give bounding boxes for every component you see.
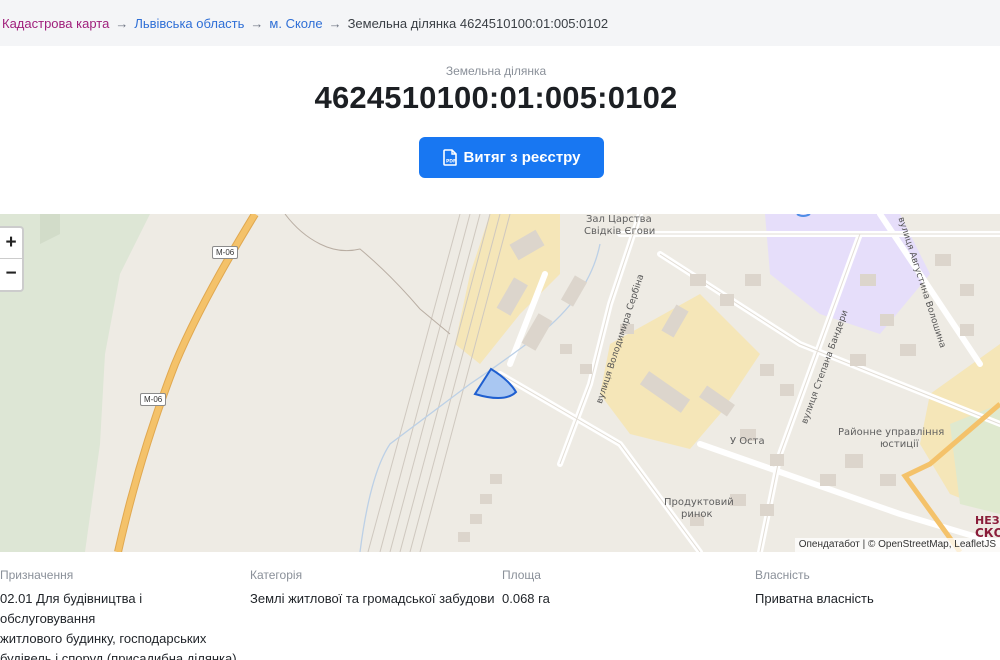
info-category-value: Землі житлової та громадської забудови	[250, 591, 495, 606]
poi-label: Районне управління	[838, 427, 945, 438]
breadcrumb-current: Земельна ділянка 4624510100:01:005:0102	[347, 16, 609, 31]
map-attribution[interactable]: Опендатабот | © OpenStreetMap, LeafletJS	[794, 538, 1000, 552]
svg-text:PDF: PDF	[446, 159, 456, 165]
map-tiles[interactable]	[0, 214, 1000, 552]
poi-label: юстиції	[880, 439, 919, 450]
parcel-type-label: Земельна ділянка	[445, 64, 547, 78]
poi-label: Свідків Єгови	[584, 226, 656, 237]
breadcrumb-link-skole[interactable]: м. Сколе	[269, 16, 322, 31]
info-area-value: 0.068 га	[502, 591, 550, 606]
registry-extract-label: Витяг з реєстру	[463, 149, 581, 166]
poi-label: ринок	[681, 509, 713, 520]
road-shield: М-06	[140, 393, 167, 406]
registry-extract-button[interactable]: PDF Витяг з реєстру	[419, 137, 604, 178]
breadcrumb-separator: →	[250, 16, 264, 31]
info-area-heading: Площа	[502, 568, 541, 582]
info-purpose: Призначення 02.01 Для будівництва і обсл…	[0, 568, 240, 660]
poi-label: У Оста	[730, 436, 765, 447]
breadcrumb-link-lviv-oblast[interactable]: Львівська область	[134, 16, 244, 31]
info-purpose-line: 02.01 Для будівництва і обслуговування	[0, 591, 143, 626]
info-purpose-line: житлового будинку, господарських	[0, 631, 207, 646]
info-purpose-heading: Призначення	[0, 568, 74, 582]
info-ownership: Власність Приватна власність	[755, 568, 995, 609]
map-zoom-control: + −	[0, 226, 24, 292]
info-ownership-value: Приватна власність	[755, 591, 874, 606]
cadastral-map[interactable]: М-06 М-06 Зал Царства Свідків Єгови Райо…	[0, 214, 1000, 552]
breadcrumb-link-cadastral-map[interactable]: Кадастрова карта	[2, 16, 109, 31]
parcel-info: Призначення 02.01 Для будівництва і обсл…	[0, 568, 1000, 660]
info-category-heading: Категорія	[250, 568, 303, 582]
zoom-in-button[interactable]: +	[0, 228, 22, 259]
breadcrumb-bar: Кадастрова карта → Львівська область → м. Ск…	[0, 0, 1000, 46]
poi-label: Продуктовий	[664, 497, 734, 508]
info-area: Площа 0.068 га	[502, 568, 742, 609]
zoom-out-button[interactable]: −	[0, 259, 22, 290]
land-parcel-polygon	[473, 367, 518, 399]
road-shield: М-06	[212, 246, 239, 259]
pdf-file-icon: PDF	[442, 149, 457, 166]
info-purpose-line: будівель і споруд (присадибна ділянка)	[0, 651, 237, 660]
breadcrumb-separator: →	[328, 16, 342, 31]
breadcrumb: Кадастрова карта → Львівська область → м. Ск…	[2, 16, 608, 31]
info-ownership-heading: Власність	[755, 568, 810, 582]
info-category: Категорія Землі житлової та громадської …	[250, 568, 500, 609]
breadcrumb-separator: →	[115, 16, 129, 31]
page-title: 4624510100:01:005:0102	[314, 80, 678, 115]
poi-label: Зал Царства	[586, 214, 652, 225]
